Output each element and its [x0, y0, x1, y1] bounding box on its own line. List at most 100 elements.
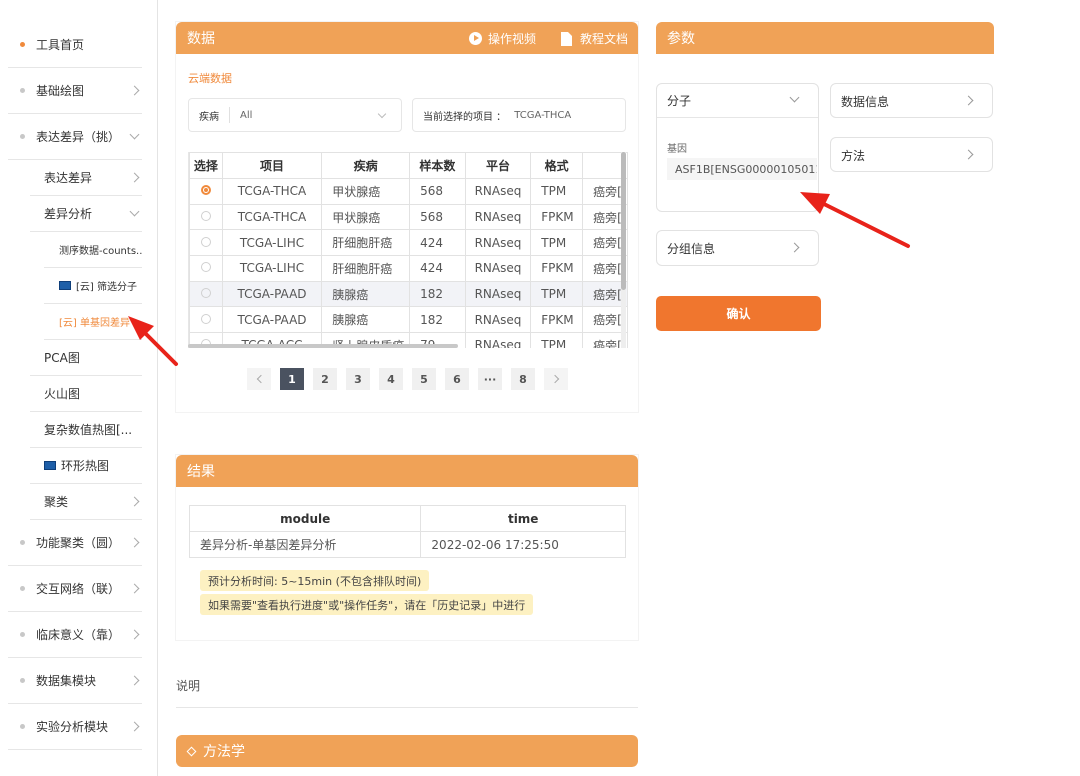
- sidebar-item-label: 功能聚类（圆）: [36, 536, 121, 550]
- table-row[interactable]: TCGA-THCA 甲状腺癌 568 RNAseq TPM 癌旁[: [189, 178, 628, 205]
- radio[interactable]: [200, 288, 211, 299]
- cell-platform: RNAseq: [464, 203, 532, 231]
- sidebar-item-label: 表达差异: [44, 171, 93, 185]
- method-label: 方法: [841, 148, 866, 163]
- scrollbar-thumb[interactable]: [621, 152, 626, 290]
- chevron-down-icon: [129, 129, 140, 139]
- sidebar-item-cloud-filter-molecule[interactable]: [云] 筛选分子: [44, 268, 142, 304]
- cell-project: TCGA-THCA: [221, 178, 323, 205]
- page-ellipsis[interactable]: ···: [478, 368, 502, 390]
- radio[interactable]: [200, 313, 211, 324]
- molecule-box: 分子 基因 ASF1B[ENSG00000105011: [656, 83, 819, 212]
- radio-selected[interactable]: [200, 185, 211, 196]
- bullet-icon: [20, 678, 25, 683]
- page-button[interactable]: 8: [511, 368, 535, 390]
- sidebar-item-home[interactable]: 工具首页: [8, 22, 142, 68]
- sidebar-item-interaction-network[interactable]: 交互网络（联）: [8, 566, 142, 612]
- video-link[interactable]: 操作视频: [469, 30, 536, 47]
- sidebar-item-expression-diff-group[interactable]: 表达差异（挑）: [8, 114, 142, 160]
- disease-select[interactable]: 疾病 All: [188, 98, 402, 132]
- cell-format: FPKM: [530, 203, 584, 231]
- sidebar-item-clustering[interactable]: 聚类: [30, 484, 142, 520]
- radio[interactable]: [200, 262, 211, 273]
- sidebar-item-functional-clustering[interactable]: 功能聚类（圆）: [8, 520, 142, 566]
- vertical-scrollbar[interactable]: [621, 152, 626, 348]
- gene-value[interactable]: ASF1B[ENSG00000105011: [667, 158, 817, 180]
- cell-platform: RNAseq: [464, 255, 532, 282]
- table-row[interactable]: 差异分析-单基因差异分析 2022-02-06 17:25:50: [188, 531, 626, 558]
- chevron-right-icon: [129, 583, 140, 593]
- bullet-icon: [20, 42, 25, 47]
- page-button[interactable]: 1: [280, 368, 304, 390]
- sidebar: 工具首页 基础绘图 表达差异（挑） 表达差异 差异分析 测序数据-counts.…: [0, 0, 158, 776]
- sidebar-item-basic-plot[interactable]: 基础绘图: [8, 68, 142, 114]
- cell-disease: 甲状腺癌: [321, 178, 411, 205]
- cell-format: TPM: [530, 332, 584, 348]
- sidebar-item-volcano[interactable]: 火山图: [30, 376, 142, 412]
- chevron-right-icon: [550, 374, 559, 384]
- sidebar-item-dataset-module[interactable]: 数据集模块: [8, 658, 142, 704]
- methodology-section[interactable]: 方法学: [176, 735, 638, 767]
- table-header-row: 选择 项目 疾病 样本数 平台 格式: [189, 152, 628, 179]
- data-info-button[interactable]: 数据信息: [830, 83, 993, 118]
- param-panel-header: 参数: [656, 22, 994, 54]
- chevron-right-icon: [129, 721, 140, 731]
- col-header: 格式: [530, 152, 584, 179]
- table-row[interactable]: TCGA-PAAD 胰腺癌 182 RNAseq TPM 癌旁[: [189, 280, 628, 308]
- prev-page-button[interactable]: [247, 368, 271, 390]
- table-header-row: module time: [188, 505, 626, 532]
- sidebar-item-cloud-single-gene-diff[interactable]: [云] 单基因差异: [44, 304, 142, 340]
- cell-platform: RNAseq: [464, 280, 532, 308]
- molecule-label: 分子: [667, 94, 692, 108]
- confirm-button[interactable]: 确认: [656, 296, 821, 331]
- next-page-button[interactable]: [544, 368, 568, 390]
- page-button[interactable]: 3: [346, 368, 370, 390]
- page-button[interactable]: 6: [445, 368, 469, 390]
- cell-format: TPM: [530, 178, 584, 205]
- method-button[interactable]: 方法: [830, 137, 993, 172]
- radio[interactable]: [200, 211, 211, 222]
- sidebar-item-clinical[interactable]: 临床意义（靠）: [8, 612, 142, 658]
- cell-format: TPM: [530, 229, 584, 257]
- sidebar-item-label: 火山图: [44, 387, 81, 401]
- cell-platform: RNAseq: [464, 178, 532, 205]
- group-info-button[interactable]: 分组信息: [656, 230, 819, 266]
- doc-link[interactable]: 教程文档: [561, 30, 628, 47]
- cell-module: 差异分析-单基因差异分析: [188, 531, 422, 558]
- sidebar-item-pca[interactable]: PCA图: [30, 340, 142, 376]
- sidebar-item-complex-heatmap[interactable]: 复杂数值热图[...: [30, 412, 142, 448]
- sidebar-item-label: 工具首页: [36, 38, 85, 52]
- cell-project: TCGA-LIHC: [221, 229, 323, 257]
- horizontal-scrollbar[interactable]: [188, 344, 458, 348]
- molecule-select[interactable]: 分子: [657, 84, 818, 118]
- cell-disease: 肝细胞肝癌: [321, 229, 411, 257]
- table-row[interactable]: TCGA-LIHC 肝细胞肝癌 424 RNAseq FPKM 癌旁[: [189, 255, 628, 282]
- sidebar-item-expression-diff[interactable]: 表达差异: [30, 160, 142, 196]
- page-button[interactable]: 2: [313, 368, 337, 390]
- page-button[interactable]: 5: [412, 368, 436, 390]
- sidebar-item-seq-counts[interactable]: 测序数据-counts...: [44, 232, 142, 268]
- table-row[interactable]: TCGA-THCA 甲状腺癌 568 RNAseq FPKM 癌旁[: [189, 203, 628, 231]
- cell-disease: 甲状腺癌: [321, 203, 411, 231]
- group-info-label: 分组信息: [667, 241, 716, 256]
- sidebar-item-label: 交互网络（联）: [36, 582, 121, 596]
- table-row[interactable]: TCGA-LIHC 肝细胞肝癌 424 RNAseq TPM 癌旁[: [189, 229, 628, 257]
- cell-project: TCGA-LIHC: [221, 255, 323, 282]
- page-button[interactable]: 4: [379, 368, 403, 390]
- result-panel-header: 结果: [176, 455, 638, 487]
- col-header: module: [188, 505, 422, 532]
- sidebar-item-label: 环形热图: [61, 459, 110, 473]
- current-project: 当前选择的项目 ： TCGA-THCA: [412, 98, 626, 132]
- radio[interactable]: [200, 236, 211, 247]
- cell-disease: 胰腺癌: [321, 306, 411, 334]
- sidebar-item-label: [云] 单基因差异: [59, 318, 130, 329]
- sidebar-item-diff-analysis[interactable]: 差异分析: [30, 196, 142, 232]
- cell-project: TCGA-THCA: [221, 203, 323, 231]
- sidebar-item-label: PCA图: [44, 351, 80, 365]
- sidebar-item-experiment-module[interactable]: 实验分析模块: [8, 704, 142, 750]
- cell-samples: 182: [409, 280, 466, 308]
- sidebar-item-circular-heatmap[interactable]: 环形热图: [30, 448, 142, 484]
- current-project-value: TCGA-THCA: [514, 109, 572, 121]
- col-header: 样本数: [409, 152, 466, 179]
- table-row[interactable]: TCGA-PAAD 胰腺癌 182 RNAseq FPKM 癌旁[: [189, 306, 628, 334]
